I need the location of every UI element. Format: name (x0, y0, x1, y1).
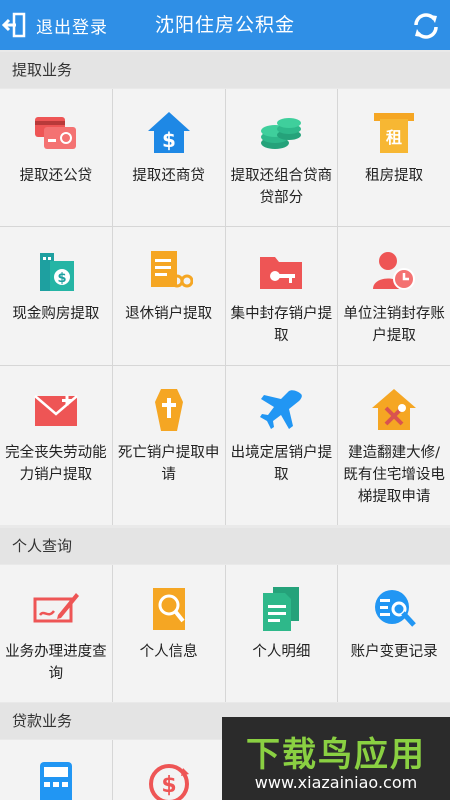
tile-label: 死亡销户提取申请 (117, 445, 220, 483)
tile-withdraw-commercial-loan[interactable]: $ 提取还商贷 (112, 89, 225, 226)
tile-unit-cancel-sealed[interactable]: 单位注销封存账户提取 (338, 227, 450, 365)
tile-rent-withdraw[interactable]: 租 租房提取 (338, 89, 450, 226)
tile-label: 账户变更记录 (350, 644, 438, 660)
tile-label: 个人明细 (252, 644, 311, 660)
search-record-icon (375, 590, 416, 627)
documents-icon (263, 587, 300, 631)
tile-cash-house-purchase[interactable]: $ 现金购房提取 (0, 227, 112, 365)
tile-label: 建造翻建大修/既有住宅增设电梯提取申请 (343, 445, 445, 505)
tile-sealed-close-account[interactable]: 集中封存销户提取 (225, 227, 338, 365)
folder-key-icon (260, 257, 303, 289)
tile-label: 提取还组合贷商贷部分 (230, 168, 333, 206)
refresh-icon[interactable] (410, 10, 442, 42)
top-bar: 退出登录 沈阳住房公积金 (0, 0, 450, 50)
tile-death-close-account[interactable]: 死亡销户提取申请 (112, 366, 225, 525)
coffin-icon (154, 389, 183, 431)
tile-label: 提取还公贷 (19, 168, 93, 184)
svg-text:$: $ (57, 271, 66, 286)
tile-retire-close-account[interactable]: 退休销户提取 (112, 227, 225, 365)
tile-loan-repayment[interactable]: $ (112, 740, 225, 800)
tile-label: 业务办理进度查询 (5, 644, 107, 682)
withdraw-grid: 提取还公贷 $ 提取还商贷 提取还组合贷商贷部分 租 租房提取 $ 现金购房提取… (0, 89, 450, 525)
personal-query-grid: 业务办理进度查询 个人信息 个人明细 账户变更记录 (0, 565, 450, 702)
section-header-personal-query: 个人查询 (0, 528, 450, 564)
medical-envelope-icon (34, 395, 78, 426)
tile-build-renovate-elevator[interactable]: 建造翻建大修/既有住宅增设电梯提取申请 (338, 366, 450, 525)
tile-personal-details[interactable]: 个人明细 (225, 565, 338, 702)
calculator-icon (39, 762, 72, 800)
tile-label: 集中封存销户提取 (230, 306, 333, 344)
tile-progress-query[interactable]: 业务办理进度查询 (0, 565, 112, 702)
tile-label: 个人信息 (139, 644, 198, 660)
tile-disability-close-account[interactable]: 完全丧失劳动能力销户提取 (0, 366, 112, 525)
tile-label: 单位注销封存账户提取 (343, 306, 445, 344)
watermark-url: www.xiazainiao.com (254, 773, 418, 792)
tile-label: 完全丧失劳动能力销户提取 (5, 445, 107, 483)
airplane-icon (260, 390, 303, 429)
svg-text:$: $ (161, 773, 176, 798)
tile-loan-calculator[interactable] (0, 740, 112, 800)
dollar-refresh-icon: $ (148, 764, 189, 800)
building-dollar-icon: $ (39, 253, 74, 291)
tile-personal-info[interactable]: 个人信息 (112, 565, 225, 702)
rent-icon: 租 (374, 113, 415, 153)
tile-withdraw-combo-loan[interactable]: 提取还组合贷商贷部分 (225, 89, 338, 226)
logout-icon (2, 12, 26, 38)
cards-icon (34, 117, 76, 149)
tile-label: 出境定居销户提取 (230, 445, 333, 483)
tile-label: 退休销户提取 (125, 306, 213, 322)
tile-emigrate-close-account[interactable]: 出境定居销户提取 (225, 366, 338, 525)
tile-label: 租房提取 (365, 168, 424, 184)
tile-withdraw-public-loan[interactable]: 提取还公贷 (0, 89, 112, 226)
tile-account-change-record[interactable]: 账户变更记录 (338, 565, 450, 702)
coins-stack-icon (261, 118, 302, 149)
check-pen-icon (33, 593, 79, 623)
logout-button[interactable]: 退出登录 (0, 0, 108, 50)
profile-search-icon (152, 588, 185, 630)
section-header-withdraw: 提取业务 (0, 52, 450, 88)
user-clock-icon (373, 252, 416, 290)
house-tools-icon (372, 389, 417, 430)
house-dollar-icon: $ (147, 112, 190, 153)
tile-label: 现金购房提取 (12, 306, 100, 322)
watermark-main: 下载鸟应用 (246, 735, 426, 775)
tile-label: 提取还商贷 (132, 168, 205, 184)
logout-label: 退出登录 (36, 17, 108, 38)
svg-text:租: 租 (386, 128, 402, 147)
watermark-logo: 下载鸟应用 www.xiazainiao.com (222, 717, 450, 800)
svg-text:$: $ (162, 128, 176, 152)
retire-document-icon (150, 251, 193, 288)
